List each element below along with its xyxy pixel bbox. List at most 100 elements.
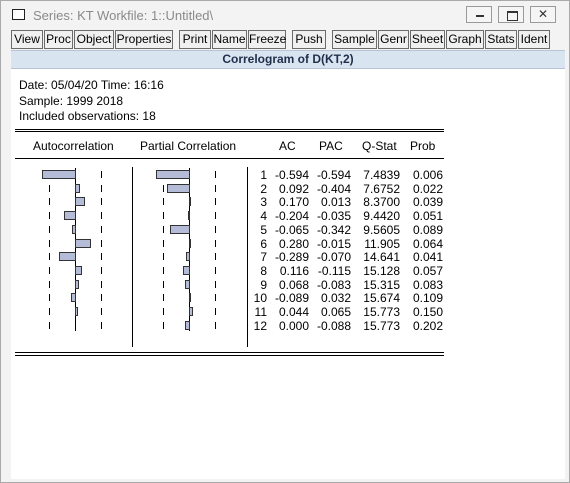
close-button[interactable]: ✕ [530,6,556,23]
ac-value: 0.092 [278,181,309,196]
proc-button[interactable]: Proc [44,30,73,49]
lag-cell: 9 [260,277,267,292]
lag-cell: 4 [260,209,267,224]
confidence-band-mark [215,321,216,329]
prob-value: 0.089 [412,222,443,237]
qstat-value: 9.4420 [363,209,400,224]
prob-value: 0.006 [412,168,443,182]
lag-cell: 8 [260,263,267,278]
pac-bar [183,265,190,275]
pac-bar [185,279,190,289]
name-button[interactable]: Name [212,30,247,49]
pac-value: -0.088 [316,318,351,333]
prob-value: 0.109 [412,291,443,306]
confidence-band-mark [215,253,216,261]
confidence-band-mark [215,171,216,178]
ac-value: 0.044 [278,305,309,319]
sample-button[interactable]: Sample [332,30,377,49]
confidence-band-mark [49,294,50,302]
prob-value: 0.057 [412,263,443,278]
confidence-band-mark [49,253,50,261]
print-button[interactable]: Print [179,30,211,49]
confidence-band-mark [49,321,50,329]
confidence-band-mark [163,280,164,288]
minimize-icon [476,15,484,17]
qstat-value: 15.773 [363,318,400,333]
prob-value: 0.150 [412,305,443,319]
properties-button[interactable]: Properties [115,30,173,49]
confidence-band-mark [101,239,102,247]
pac-bar [186,252,190,262]
confidence-band-mark [215,294,216,302]
qstat-value: 15.773 [363,305,400,319]
confidence-band-mark [49,308,50,315]
confidence-band-mark [215,212,216,220]
freeze-button[interactable]: Freeze [248,30,286,49]
pac-value: -0.342 [316,222,351,237]
confidence-band-mark [163,225,164,233]
confidence-band-mark [101,184,102,192]
object-button[interactable]: Object [74,30,114,49]
toolbar: View Proc Object Properties Print Name F… [1,28,569,50]
qstat-header: Q-Stat [362,139,397,153]
window-title: Series: KT Workfile: 1::Untitled\ [33,8,214,23]
sheet-button[interactable]: Sheet [410,30,445,49]
confidence-band-mark [101,198,102,206]
qstat-value: 15.674 [363,291,400,306]
ac-value: 0.116 [279,263,309,278]
qstat-value: 7.6752 [363,181,400,196]
pac-value: -0.083 [316,277,351,292]
maximize-icon [507,11,518,21]
ac-bar [59,252,76,262]
ac-bar [75,307,78,316]
pac-value: -0.404 [316,181,351,196]
view-button[interactable]: View [11,30,43,49]
sample-line: Sample: 1999 2018 [19,94,124,108]
ac-bar [64,211,76,221]
confidence-band-mark [215,198,216,206]
table-top-rule [15,129,444,130]
autocorrelation-header: Autocorrelation [33,139,114,153]
pac-bar [189,307,193,316]
confidence-band-mark [101,321,102,329]
pac-value: -0.594 [316,168,351,182]
confidence-band-mark [101,280,102,288]
graph-button[interactable]: Graph [446,30,484,49]
qstat-value: 15.128 [363,263,400,278]
prob-value: 0.202 [412,318,443,333]
confidence-band-mark [49,212,50,220]
confidence-band-mark [163,308,164,315]
genr-button[interactable]: Genr [378,30,409,49]
table-top-rule [15,131,444,132]
prob-value: 0.064 [412,236,443,251]
stats-button[interactable]: Stats [485,30,517,49]
qstat-value: 9.5605 [363,222,400,237]
prob-value: 0.083 [412,277,443,292]
pac-bar [189,293,191,303]
ac-value: -0.089 [274,291,309,306]
qstat-value: 15.315 [363,277,400,292]
confidence-band-mark [215,266,216,274]
ac-header: AC [279,139,296,153]
date-time-line: Date: 05/04/20 Time: 16:16 [19,78,164,92]
confidence-band-mark [49,239,50,247]
ac-value: -0.204 [274,209,309,224]
ac-bar [75,183,80,193]
ac-value: 0.068 [278,277,309,292]
ac-value: 0.280 [278,236,309,251]
confidence-band-mark [101,225,102,233]
ac-bar [75,197,85,207]
pac-bar [189,238,191,248]
ac-bar [75,238,91,248]
eviews-series-window: Series: KT Workfile: 1::Untitled\ ✕ View… [0,0,570,483]
confidence-band-mark [163,266,164,274]
pac-bar [156,170,190,179]
confidence-band-mark [101,171,102,178]
push-button[interactable]: Push [292,30,326,49]
minimize-button[interactable] [466,6,492,23]
close-icon: ✕ [537,7,549,21]
lag-cell: 11 [254,305,267,319]
ident-button[interactable]: Ident [518,30,550,49]
maximize-button[interactable] [498,6,524,23]
title-bar[interactable]: Series: KT Workfile: 1::Untitled\ ✕ [1,1,569,28]
